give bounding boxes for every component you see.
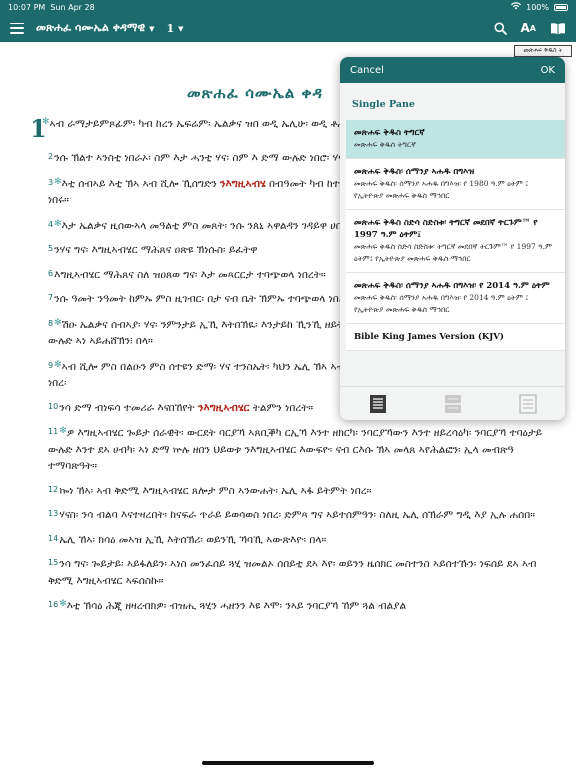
- nav-bar: መጽሐፈ ሳሙኤል ቀዳማዊ ▼ 1 ▼ AA: [0, 14, 576, 42]
- verse[interactable]: 11✻ዎ እግዚኣብሄር ጐይታ ሰራዊት፡ ውርደት ባርያኻ ኣጸቢቕካ ር…: [30, 423, 550, 475]
- pane-mode-bar: [340, 386, 565, 420]
- note-star-icon[interactable]: ✻: [42, 117, 50, 127]
- bible-list: መጽሐፍ ቅዱስ ትግርኛ መጽሐፍ ቅዱስ ትግርኛ መጽሐፍ ቅዱስ፡ ሰማንያ…: [346, 120, 565, 351]
- verse-text: ንሃና ግና፡ እግዚኣብሄር ማሕጸና ዐጽዩ ኽነሱስ፡ ይፈትዋ: [54, 244, 258, 256]
- verse-text: ኰነ ኸኣ፡ ኣብ ቅድሚ እግዚኣብሄር ጸሎታ ምስ ኣንውሐት፡ ኤሊ ኣ…: [59, 484, 372, 497]
- battery-percent: 100%: [526, 2, 549, 12]
- chapter-number-large: 1: [30, 114, 47, 143]
- search-icon[interactable]: [494, 22, 507, 35]
- verse-number: 6: [48, 268, 54, 278]
- note-star-icon[interactable]: ✻: [54, 219, 62, 229]
- bible-name: መጽሐፍ ቅዱስ ትግርኛ: [354, 128, 425, 138]
- bible-list-item[interactable]: መጽሐፍ ቅዱስ፡ ሰማንያ ኣሐዱ በግእዝ፡ የ 2014 ዓ.ም ዕትም መ…: [346, 273, 565, 324]
- verse-number: 15: [48, 558, 59, 567]
- note-star-icon[interactable]: ✻: [59, 426, 67, 436]
- note-star-icon[interactable]: ✻: [59, 599, 67, 609]
- status-date: Sun Apr 28: [50, 2, 95, 12]
- verse-number: 14: [48, 533, 59, 543]
- verse-number: 16: [48, 600, 59, 609]
- verse-number: 10: [48, 401, 59, 411]
- verse[interactable]: 13ሃናስ፡ ንሳ ብልባ እናተዛረበት፡ ከናፍራ ጥራይ ይወሳወስ ነበ…: [30, 506, 550, 524]
- section-label: Single Pane: [352, 99, 415, 110]
- wifi-icon: [511, 2, 522, 12]
- note-star-icon[interactable]: ✻: [54, 177, 62, 187]
- popup-header: Cancel OK: [340, 57, 565, 83]
- verse-number: 8: [48, 318, 54, 328]
- verse[interactable]: 14ኤሊ ኸኣ፡ ክሳዕ መኣዝ ኢኺ እትሰኽሪ፡ ወይንኺ ኻባኺ ኣውጽእ…: [30, 531, 550, 549]
- bible-name: መጽሐፍ ቅዱስ፡ ሰማንያ ኣሐዱ በግእዝ: [354, 167, 475, 177]
- status-time: 10:07 PM: [8, 2, 46, 12]
- bible-list-item[interactable]: መጽሐፍ ቅዱስ ትግርኛ መጽሐፍ ቅዱስ ትግርኛ: [346, 120, 565, 159]
- verse-text: እግዚኣብሄር ማሕጸና ስለ ዝዐጸወ ግና፡ እታ መጻርርታ ተባጭወላ …: [54, 268, 326, 281]
- verse-text: ትልምን ነበረት።: [249, 401, 314, 414]
- bible-description: መጽሐፍ ቅዱስ፡ ሰማንያ ኣሐዱ በግእዝ፡ የ 1980 ዓ.ም ዕትም …: [354, 179, 529, 200]
- verse-number: 5: [48, 244, 54, 253]
- verse-number: 11: [48, 427, 59, 436]
- bible-name: መጽሐፍ ቅዱስ፡ ሰማንያ ኣሐዱ በግእዝ፡ የ 2014 ዓ.ም ዕትም: [354, 281, 550, 291]
- verse-text: ንሳ ግና፡ ጐይታይ፡ ኣይፋለይን፡ ኣነስ መንፈሰይ ጓሂ ዝመልኦ ሰ…: [48, 558, 537, 587]
- bible-description: መጽሐፍ ቅዱስ ትግርኛ: [354, 140, 416, 149]
- verse-number: 3: [48, 177, 54, 187]
- cancel-button[interactable]: Cancel: [350, 65, 384, 76]
- verse-number: 2: [48, 152, 54, 161]
- bible-name: መጽሐፍ ቅዱስ ስድሳ ስድስቱ፡ ትግርኛ መደበኛ ትርጉም™ የ 199…: [354, 218, 538, 240]
- bible-list-item[interactable]: Bible King James Version (KJV): [346, 324, 565, 351]
- status-bar: 10:07 PM Sun Apr 28 100%: [0, 0, 576, 14]
- verse-text: ንሳ ድማ ብነፍሳ ተመሪራ እናበኸየት: [59, 401, 198, 414]
- bible-description: መጽሐፍ ቅዱስ፡ ሰማንያ ኣሐዱ በግእዝ፡ የ 2014 ዓ.ም ዕትም …: [354, 293, 529, 314]
- bible-list-item[interactable]: መጽሐፍ ቅዱስ ስድሳ ስድስቱ፡ ትግርኛ መደበኛ ትርጉም™ የ 199…: [346, 210, 565, 273]
- verse[interactable]: 15ንሳ ግና፡ ጐይታይ፡ ኣይፋለይን፡ ኣነስ መንፈሰይ ጓሂ ዝመልኦ…: [30, 555, 550, 589]
- chapter-selector[interactable]: 1 ▼: [166, 22, 183, 35]
- bible-list-item[interactable]: መጽሐፍ ቅዱስ፡ ሰማንያ ኣሐዱ በግእዝ መጽሐፍ ቅዱስ፡ ሰማንያ ኣሐ…: [346, 159, 565, 210]
- verse-text: ዎ እግዚኣብሄር ጐይታ ሰራዊት፡ ውርደት ባርያኻ ኣጸቢቕካ ርኢኻ …: [48, 427, 543, 472]
- verse-number: 4: [48, 219, 54, 229]
- single-pane-button[interactable]: [363, 391, 393, 417]
- verse-number: 12: [48, 484, 59, 494]
- verse-text: እታ ኤልቃና ዚሰውኣላ መዓልቲ ምስ መጸት፡ ንሱ ንጰኒ ኣዋልዳን …: [61, 219, 357, 232]
- verse-text: እቲ ኽሳዕ ሕጂ ዘዛረብክዎ፡ ብዝሒ ጓሂን ሓዘንን እዩ እሞ፡ ንኣ…: [66, 600, 407, 612]
- parallel-pane-button[interactable]: [513, 391, 543, 417]
- ok-button[interactable]: OK: [541, 65, 555, 76]
- book-name: መጽሐፈ ሳሙኤል ቀዳማዊ: [36, 21, 146, 34]
- divine-name: ንእግዚኣብሄ: [220, 177, 266, 190]
- verse[interactable]: 16✻እቲ ኽሳዕ ሕጂ ዘዛረብክዎ፡ ብዝሒ ጓሂን ሓዘንን እዩ እሞ፡…: [30, 596, 550, 615]
- book-title: መጽሐፈ ሳሙኤል ቀዳ: [187, 84, 323, 102]
- font-size-icon[interactable]: AA: [521, 21, 537, 35]
- chevron-down-icon: ▼: [149, 23, 155, 33]
- verse[interactable]: 12ኰነ ኸኣ፡ ኣብ ቅድሚ እግዚኣብሄር ጸሎታ ምስ ኣንውሐት፡ ኤሊ…: [30, 482, 550, 500]
- verse-text: እቲ ሰብኣይ እቲ ኽኣ ኣብ ሺሎ ኺሰግድን: [61, 177, 221, 190]
- home-indicator: [202, 761, 374, 765]
- bible-version-popup: Cancel OK Single Pane መጽሐፍ ቅዱስ ትግርኛ መጽሐፍ …: [340, 57, 565, 420]
- chapter-number: 1: [166, 21, 175, 35]
- menu-icon[interactable]: [10, 22, 24, 34]
- divine-name: ንእግዚኣብሄር: [197, 401, 250, 414]
- verse-number: 7: [48, 293, 54, 302]
- bible-version-icon[interactable]: [550, 22, 566, 35]
- chevron-down-icon: ▼: [178, 23, 184, 33]
- bible-description: መጽሐፍ ቅዱስ ስድሳ ስድስቱ፡ ትግርኛ መደበኛ ትርጉም™ የ 199…: [354, 242, 552, 263]
- book-selector[interactable]: መጽሐፈ ሳሙኤል ቀዳማዊ ▼: [36, 21, 154, 35]
- verse-text: ኤሊ ኸኣ፡ ክሳዕ መኣዝ ኢኺ እትሰኽሪ፡ ወይንኺ ኻባኺ ኣውጽእዮ፡…: [59, 533, 327, 546]
- verse-number: 9: [48, 360, 54, 370]
- bible-name: Bible King James Version (KJV): [354, 332, 504, 342]
- split-pane-button[interactable]: [438, 391, 468, 417]
- note-star-icon[interactable]: ✻: [54, 318, 62, 328]
- battery-icon: [554, 3, 568, 11]
- verse-number: 13: [48, 509, 59, 518]
- note-star-icon[interactable]: ✻: [54, 360, 62, 370]
- verse-text: ሃናስ፡ ንሳ ብልባ እናተዛረበት፡ ከናፍራ ጥራይ ይወሳወስ ነበረ፡…: [59, 509, 536, 521]
